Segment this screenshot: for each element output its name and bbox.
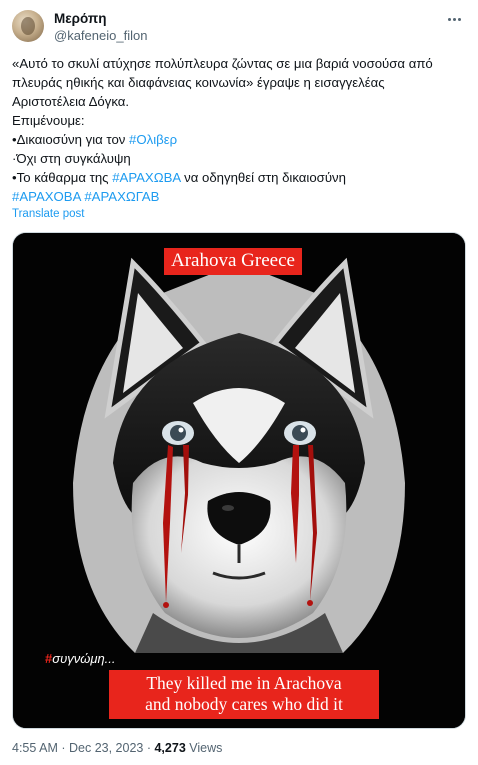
- post-time[interactable]: 4:55 AM: [12, 741, 58, 755]
- hashtag-link[interactable]: #ΑΡΑΧΟΒΑ: [12, 189, 81, 204]
- tweet-text-line: •Το κάθαρμα της #ΑΡΑΧΩΒΑ να οδηγηθεί στη…: [12, 168, 464, 187]
- tweet-text-segment: •Το κάθαρμα της: [12, 170, 113, 185]
- display-name[interactable]: Μερόπη: [54, 11, 147, 27]
- translate-post-link[interactable]: Translate post: [12, 208, 84, 220]
- hashtag-link[interactable]: #ΑΡΑΧΩΒΑ: [112, 170, 180, 185]
- tweet-text-line: πλευράς ηθικής και διαφάνειας κοινωνία» …: [12, 73, 464, 92]
- tweet-text-line: •Δικαιοσύνη για τον #Ολιβερ: [12, 130, 464, 149]
- views-label: Views: [189, 741, 223, 755]
- tweet-text-line: #ΑΡΑΧΟΒΑ #ΑΡΑΧΩΓΑΒ: [12, 187, 464, 206]
- more-options-icon[interactable]: [444, 12, 464, 26]
- image-hashtag: #συγνώμη...: [45, 651, 116, 666]
- image-caption-bottom-line2: and nobody cares who did it: [145, 694, 343, 714]
- hashtag-link[interactable]: #ΑΡΑΧΩΓΑΒ: [84, 189, 159, 204]
- tweet-text-segment: •Δικαιοσύνη για τον: [12, 132, 130, 147]
- tweet-meta: 4:55 AM · Dec 23, 2023 · 4,273 Views: [12, 741, 222, 755]
- tweet-text-line: Επιμένουμε:: [12, 111, 464, 130]
- tweet-text-segment: να οδηγηθεί στη δικαιοσύνη: [180, 170, 346, 185]
- tweet-text-line: ·Όχι στη συγκάλυψη: [12, 149, 464, 168]
- image-caption-bottom: They killed me in Arachova and nobody ca…: [109, 670, 379, 719]
- tweet-text-segment: Επιμένουμε:: [12, 113, 85, 128]
- tweet-text-line: «Αυτό το σκυλί ατύχησε πολύπλευρα ζώντας…: [12, 54, 464, 73]
- avatar[interactable]: [12, 10, 44, 42]
- image-caption-top: Arahova Greece: [164, 248, 302, 275]
- tweet-text-segment: ·Όχι στη συγκάλυψη: [12, 151, 131, 166]
- tweet-text-segment: Αριστοτέλεια Δόγκα.: [12, 94, 130, 109]
- image-hashtag-word: συγνώμη...: [52, 651, 116, 666]
- tweet-header: Μερόπη @kafeneio_filon: [12, 8, 466, 44]
- meta-separator: ·: [61, 741, 69, 755]
- user-handle[interactable]: @kafeneio_filon: [54, 27, 147, 44]
- tweet-text-segment: «Αυτό το σκυλί ατύχησε πολύπλευρα ζώντας…: [12, 56, 433, 71]
- tweet-image[interactable]: Arahova Greece #συγνώμη... They killed m…: [12, 232, 466, 729]
- tweet: Μερόπη @kafeneio_filon «Αυτό το σκυλί ατ…: [0, 0, 478, 765]
- tweet-text-segment: πλευράς ηθικής και διαφάνειας κοινωνία» …: [12, 75, 385, 90]
- hashtag-link[interactable]: #Ολιβερ: [129, 132, 177, 147]
- tweet-text-line: Αριστοτέλεια Δόγκα.: [12, 92, 464, 111]
- views-count: 4,273: [154, 741, 186, 755]
- user-names: Μερόπη @kafeneio_filon: [54, 11, 147, 44]
- post-date[interactable]: Dec 23, 2023: [69, 741, 143, 755]
- tweet-text: «Αυτό το σκυλί ατύχησε πολύπλευρα ζώντας…: [12, 54, 464, 206]
- image-caption-bottom-line1: They killed me in Arachova: [146, 673, 342, 693]
